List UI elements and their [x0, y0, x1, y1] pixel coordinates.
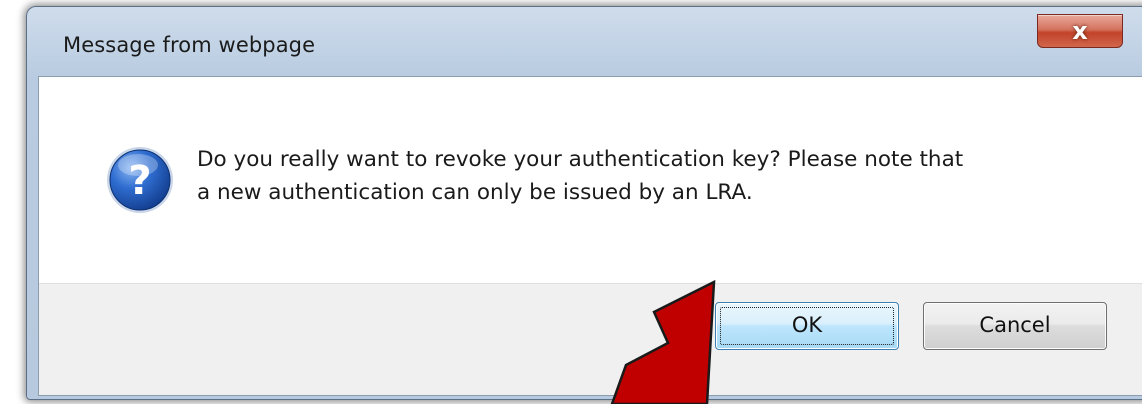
message-area: ? Do you really want to revoke your auth… — [39, 77, 1142, 283]
message-line-2: a new authentication can only be issued … — [197, 180, 753, 205]
screenshot-stage: Message from webpage x ? Do you really w… — [0, 0, 1142, 404]
dialog-title: Message from webpage — [63, 33, 316, 57]
dialog-client-area: ? Do you really want to revoke your auth… — [38, 76, 1142, 396]
cancel-button-label: Cancel — [979, 313, 1051, 337]
question-icon: ? — [107, 147, 173, 213]
dialog-message: Do you really want to revoke your authen… — [197, 143, 1097, 209]
cancel-button[interactable]: Cancel — [923, 302, 1107, 350]
question-glyph: ? — [128, 158, 151, 204]
message-line-1: Do you really want to revoke your authen… — [197, 147, 964, 172]
close-icon: x — [1072, 17, 1088, 45]
close-button[interactable]: x — [1037, 14, 1123, 48]
focus-ring — [720, 307, 894, 345]
ok-button[interactable]: OK — [715, 302, 899, 350]
